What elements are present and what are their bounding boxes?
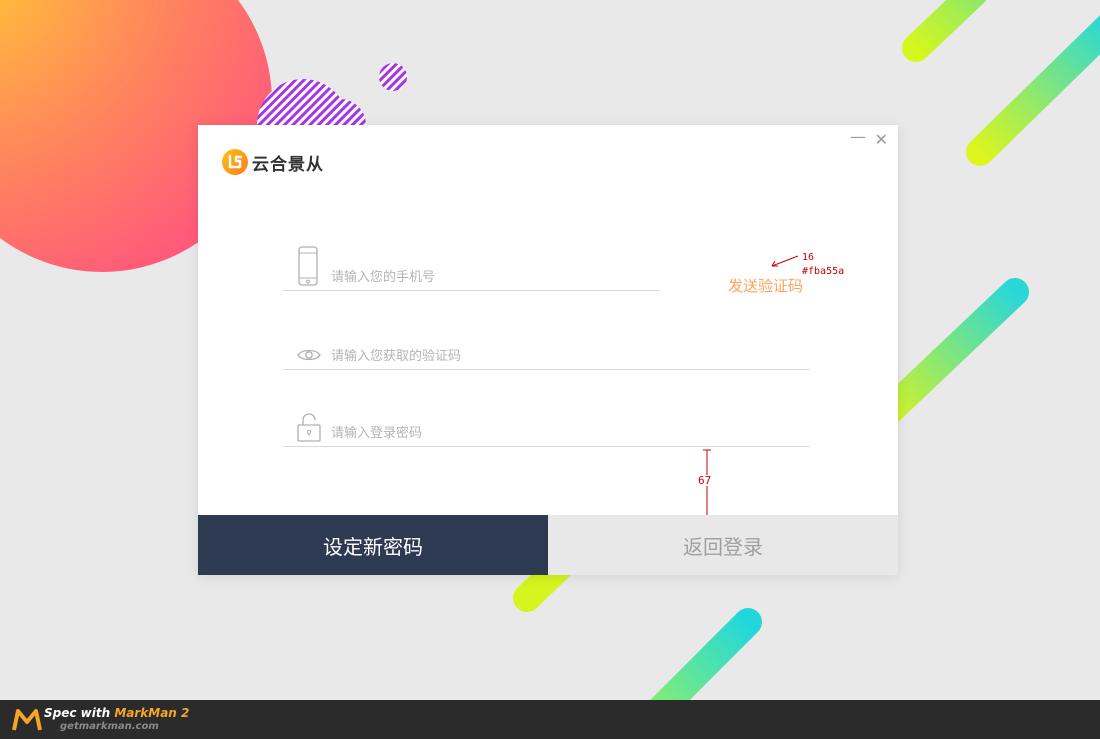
footer-title-prefix: Spec with xyxy=(44,706,115,720)
set-new-password-button[interactable]: 设定新密码 xyxy=(198,515,548,575)
send-code-link[interactable]: 发送验证码 xyxy=(728,275,803,296)
brand-name: 云合景从 xyxy=(252,154,324,175)
brand: 云合景从 xyxy=(222,149,324,175)
phone-input[interactable] xyxy=(331,266,651,288)
footer-url[interactable]: getmarkman.com xyxy=(60,721,159,732)
markman-logo-icon xyxy=(12,709,42,731)
password-field xyxy=(283,411,810,447)
code-field xyxy=(283,334,810,370)
close-button[interactable]: ✕ xyxy=(875,132,888,148)
phone-icon xyxy=(298,246,318,286)
markman-footer: Spec with MarkMan 2 getmarkman.com xyxy=(0,700,1100,739)
spec-spacing: 67 xyxy=(698,474,712,487)
code-input[interactable] xyxy=(331,345,791,367)
unlock-icon xyxy=(297,413,321,442)
footer-title: Spec with MarkMan 2 xyxy=(44,706,189,720)
back-to-login-button[interactable]: 返回登录 xyxy=(548,515,898,575)
spec-color: #fba55a xyxy=(802,266,845,277)
brand-logo-icon xyxy=(222,149,248,175)
phone-field xyxy=(283,246,660,291)
eye-icon xyxy=(297,349,321,361)
reset-password-window: — ✕ 云合景从 发送验证码 xyxy=(198,125,898,575)
password-input[interactable] xyxy=(331,422,791,444)
spec-font-size: 16 xyxy=(802,252,815,263)
minimize-button[interactable]: — xyxy=(850,129,866,145)
footer-title-accent: MarkMan 2 xyxy=(114,706,190,720)
